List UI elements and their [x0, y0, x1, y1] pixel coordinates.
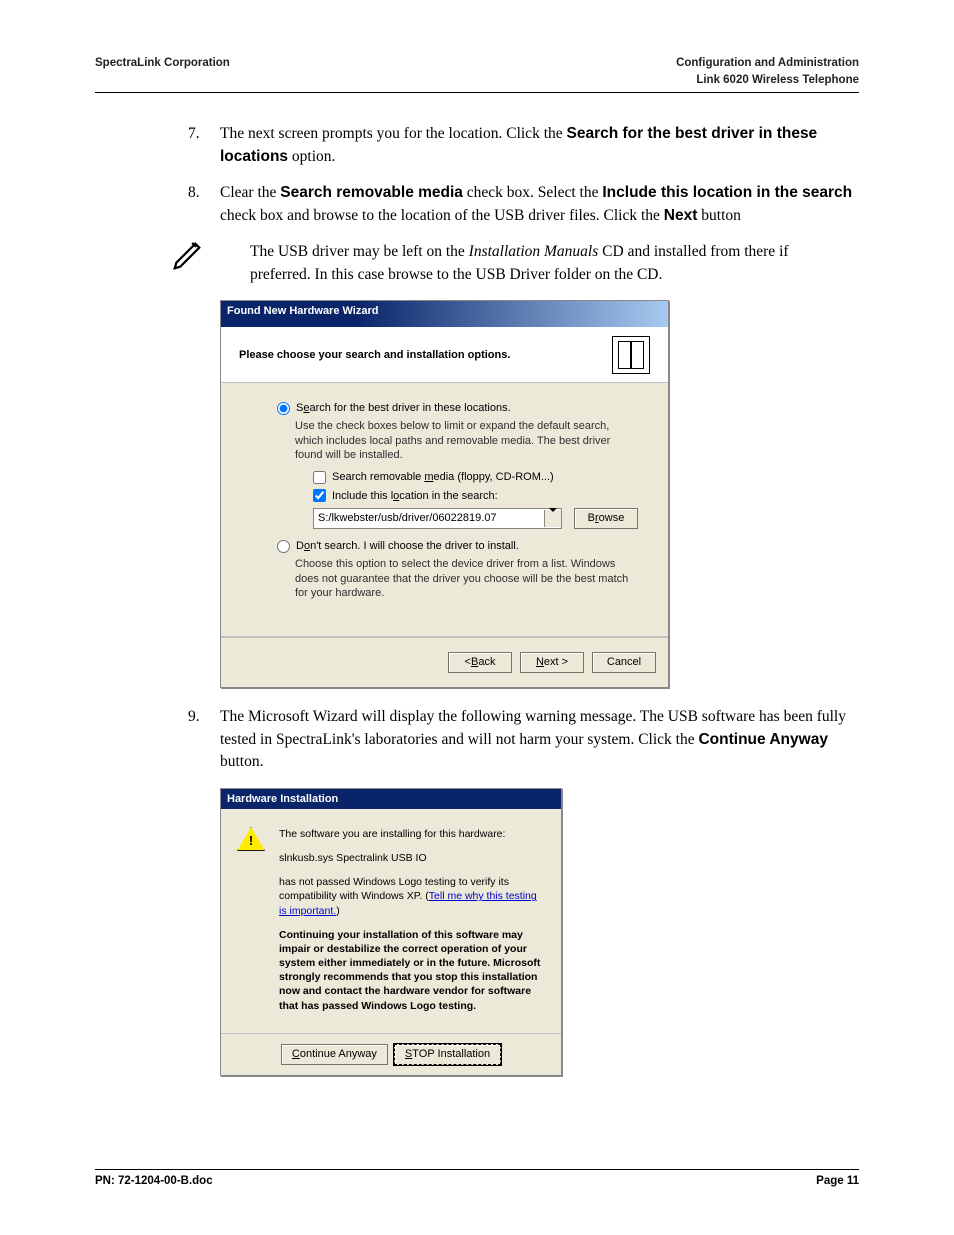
step-number-9: 9. [188, 706, 200, 728]
step-number-8: 8. [188, 182, 200, 204]
back-post: ack [478, 655, 495, 669]
s9-b1: Continue Anyway [698, 731, 827, 748]
chk2-post: cation in the search: [399, 490, 497, 502]
next-post: ext > [544, 655, 568, 669]
dialog1-titlebar: Found New Hardware Wizard [221, 301, 668, 327]
step-number-7: 7. [188, 123, 200, 145]
opt1-post: arch for the best driver in these locati… [309, 402, 510, 414]
back-button[interactable]: < Back [448, 652, 512, 673]
chk2-pre: Include this l [332, 490, 393, 502]
step7-post: option. [288, 148, 335, 165]
path-value: S:/lkwebster/usb/driver/06022819.07 [314, 510, 544, 526]
header-right-line2: Link 6020 Wireless Telephone [676, 72, 859, 89]
chk1-und: m [424, 471, 433, 483]
chk1-pre: Search removable [332, 471, 424, 483]
dlg2-p3: has not passed Windows Logo testing to v… [279, 875, 545, 918]
s9-t2: button. [220, 753, 264, 770]
check-include-location[interactable]: Include this location in the search: [313, 489, 646, 503]
path-select[interactable]: S:/lkwebster/usb/driver/06022819.07 [313, 508, 562, 529]
step7-pre: The next screen prompts you for the loca… [220, 125, 567, 142]
footer-right: Page 11 [816, 1173, 859, 1190]
header-rule [95, 92, 859, 93]
check-removable-media[interactable]: Search removable media (floppy, CD-ROM..… [313, 470, 646, 484]
include-location-checkbox[interactable] [313, 489, 326, 502]
radio-dont-search[interactable]: Don't search. I will choose the driver t… [277, 539, 646, 553]
s8-t1: Clear the [220, 184, 280, 201]
page-footer: PN: 72-1204-00-B.doc Page 11 [95, 1162, 859, 1190]
ca-post: ontinue Anyway [300, 1047, 377, 1061]
found-new-hardware-dialog: Found New Hardware Wizard Please choose … [220, 300, 669, 688]
note-block: The USB driver may be left on the Instal… [170, 241, 859, 286]
page-header: SpectraLink Corporation Configuration an… [95, 55, 859, 88]
si-post: TOP Installation [412, 1047, 490, 1061]
step-9: 9. The Microsoft Wizard will display the… [170, 706, 859, 773]
next-und: N [536, 655, 544, 669]
opt2-post: n't search. I will choose the driver to … [310, 540, 519, 552]
continue-anyway-button[interactable]: Continue Anyway [281, 1044, 388, 1065]
footer-left: PN: 72-1204-00-B.doc [95, 1173, 213, 1190]
s8-b1: Search removable media [280, 184, 463, 201]
browse-button[interactable]: Browse [574, 508, 638, 529]
chk1-post: edia (floppy, CD-ROM...) [434, 471, 554, 483]
dlg2-p2: slnkusb.sys Spectralink USB IO [279, 851, 545, 865]
cancel-button[interactable]: Cancel [592, 652, 656, 673]
dlg2-p1: The software you are installing for this… [279, 827, 545, 841]
opt2-pre: D [296, 540, 304, 552]
dlg2-bold-warning: Continuing your installation of this sof… [279, 928, 545, 1013]
dialog1-heading-area: Please choose your search and installati… [221, 327, 668, 383]
opt2-desc: Choose this option to select the device … [295, 557, 636, 600]
header-right-line1: Configuration and Administration [676, 55, 859, 72]
si-und: S [405, 1047, 412, 1061]
removable-media-checkbox[interactable] [313, 471, 326, 484]
radio-dont-search-input[interactable] [277, 540, 290, 553]
dialog2-titlebar: Hardware Installation [221, 789, 561, 809]
step-7: 7. The next screen prompts you for the l… [170, 123, 859, 168]
note-p1i: Installation Manuals [469, 243, 599, 260]
path-dropdown-button[interactable] [544, 510, 561, 527]
s8-t3: check box and browse to the location of … [220, 207, 664, 224]
step-8: 8. Clear the Search removable media chec… [170, 182, 859, 227]
back-und: B [471, 655, 478, 669]
radio-search-best-input[interactable] [277, 402, 290, 415]
dialog1-heading: Please choose your search and installati… [239, 348, 510, 362]
footer-rule [95, 1169, 859, 1170]
opt1-desc: Use the check boxes below to limit or ex… [295, 419, 636, 462]
radio-search-best[interactable]: Search for the best driver in these loca… [277, 401, 646, 415]
hardware-installation-dialog: Hardware Installation ! The software you… [220, 788, 562, 1076]
warning-icon: ! [237, 827, 265, 851]
chevron-down-icon [549, 511, 557, 525]
browse-post: owse [599, 511, 625, 525]
s8-t2: check box. Select the [463, 184, 602, 201]
wizard-icon [612, 336, 650, 374]
ca-und: C [292, 1047, 300, 1061]
dlg2-p3b: ) [336, 905, 340, 917]
s8-t4: button [697, 207, 741, 224]
browse-pre: B [588, 511, 595, 525]
header-right: Configuration and Administration Link 60… [676, 55, 859, 88]
pencil-icon [170, 235, 208, 287]
next-button[interactable]: Next > [520, 652, 584, 673]
stop-installation-button[interactable]: STOP Installation [394, 1044, 501, 1065]
note-p1a: The USB driver may be left on the [250, 243, 469, 260]
header-left: SpectraLink Corporation [95, 55, 230, 88]
s8-b2: Include this location in the search [602, 184, 852, 201]
s8-b3: Next [664, 207, 698, 224]
